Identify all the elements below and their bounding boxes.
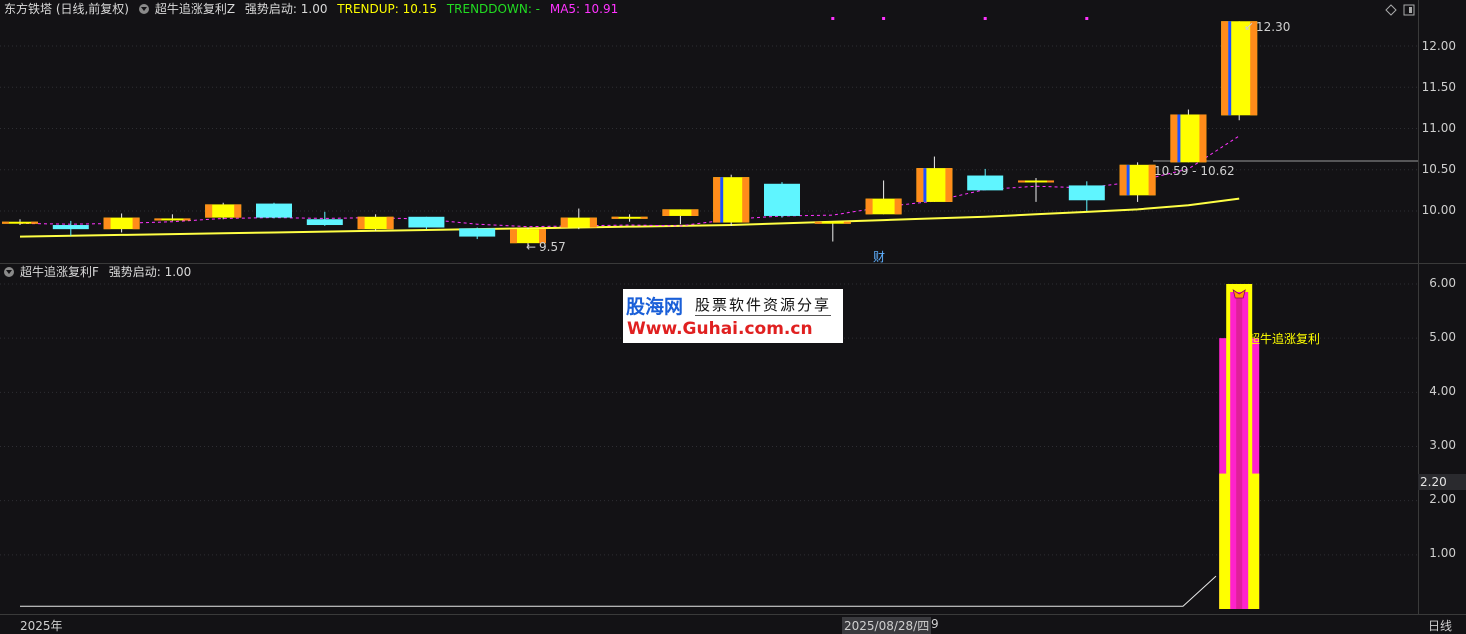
bottom-axis-label: 5.00 <box>1429 330 1456 344</box>
top-axis-label: 10.50 <box>1421 162 1456 176</box>
candle-stripe <box>1126 164 1130 196</box>
candle-stripe <box>742 177 750 223</box>
candle-stripe <box>1228 21 1232 116</box>
candle-stripe <box>1018 180 1025 183</box>
year-label: 2025年 <box>20 619 63 633</box>
signal-dot <box>983 17 987 20</box>
candle-stripe <box>510 229 517 244</box>
candle-body <box>459 228 496 237</box>
high-arrow-icon: ↙ <box>1244 19 1255 33</box>
candle-stripe <box>154 218 162 221</box>
signal-dot <box>831 17 835 20</box>
signal-dot <box>1085 17 1089 20</box>
bottom-axis-label: 6.00 <box>1429 276 1456 290</box>
candle-stripe <box>814 221 822 224</box>
candle-stripe <box>843 221 851 224</box>
candle-stripe <box>234 204 242 218</box>
low-arrow-icon: ← <box>526 240 537 254</box>
candle-stripe <box>560 217 568 228</box>
candle-stripe <box>1177 114 1181 163</box>
range-label: 10.59 - 10.62 <box>1154 164 1235 178</box>
candle-stripe <box>640 216 648 219</box>
bottom-axis-label: 4.00 <box>1429 384 1456 398</box>
high-price-label: 12.30 <box>1256 20 1291 34</box>
watermark-slogan: 股票软件资源分享 <box>695 296 832 316</box>
candle-stripe <box>691 209 699 216</box>
candle-body <box>256 203 292 218</box>
watermark-brand: 股海网 <box>626 296 684 318</box>
candle-stripe <box>1047 180 1054 183</box>
candle-stripe <box>357 216 365 230</box>
top-axis-label: 10.00 <box>1421 203 1456 217</box>
candle-stripe <box>945 168 953 202</box>
candle-stripe <box>713 177 721 223</box>
time-axis-bar <box>0 614 1466 633</box>
candle-stripe <box>1119 164 1127 196</box>
signal-bar-core <box>1236 295 1243 609</box>
candle-body <box>52 225 89 230</box>
finance-event-badge[interactable]: 财 <box>873 248 885 265</box>
candle-stripe <box>386 216 394 230</box>
candle-stripe <box>1170 114 1178 163</box>
candle-stripe <box>2 221 9 224</box>
top-axis-label: 11.50 <box>1421 80 1456 94</box>
candle-stripe <box>1250 21 1258 116</box>
signal-label: 超牛追涨复利 <box>1248 332 1321 346</box>
candle-stripe <box>183 218 191 221</box>
candle-stripe <box>1221 21 1229 116</box>
candle-stripe <box>589 217 597 228</box>
candle-stripe <box>1199 114 1207 163</box>
candle-stripe <box>865 198 873 215</box>
top-axis-label: 11.00 <box>1421 121 1456 135</box>
bottom-axis-label: 1.00 <box>1429 546 1456 560</box>
candle-stripe <box>132 217 140 230</box>
cursor-extra-label: 9 <box>931 617 939 631</box>
candle-body <box>306 219 343 226</box>
candle-stripe <box>894 198 902 215</box>
candle-body <box>408 216 445 228</box>
candle-stripe <box>720 177 724 223</box>
candle-body <box>967 175 1004 191</box>
watermark: 股海网 股票软件资源分享 Www.Guhai.com.cn <box>623 289 843 343</box>
candle-body <box>1068 185 1105 201</box>
current-value-tag: 2.20 <box>1418 474 1466 490</box>
period-selector[interactable]: 日线 <box>1428 617 1452 634</box>
signal-line <box>20 575 1217 607</box>
candle-stripe <box>916 168 924 202</box>
watermark-url: Www.Guhai.com.cn <box>627 319 813 339</box>
candle-stripe <box>923 168 927 202</box>
low-price-label: 9.57 <box>539 240 566 254</box>
top-axis-label: 12.00 <box>1421 39 1456 53</box>
cursor-date-label: 2025/08/28/四 <box>842 617 932 634</box>
candle-stripe <box>662 209 670 216</box>
signal-dot <box>882 17 886 20</box>
bottom-axis-label: 3.00 <box>1429 438 1456 452</box>
candle-stripe <box>31 221 38 224</box>
candle-stripe <box>611 216 619 219</box>
candle-body <box>764 183 800 216</box>
candle-stripe <box>103 217 111 230</box>
bottom-axis-label: 2.00 <box>1429 492 1456 506</box>
candle-stripe <box>205 204 213 218</box>
